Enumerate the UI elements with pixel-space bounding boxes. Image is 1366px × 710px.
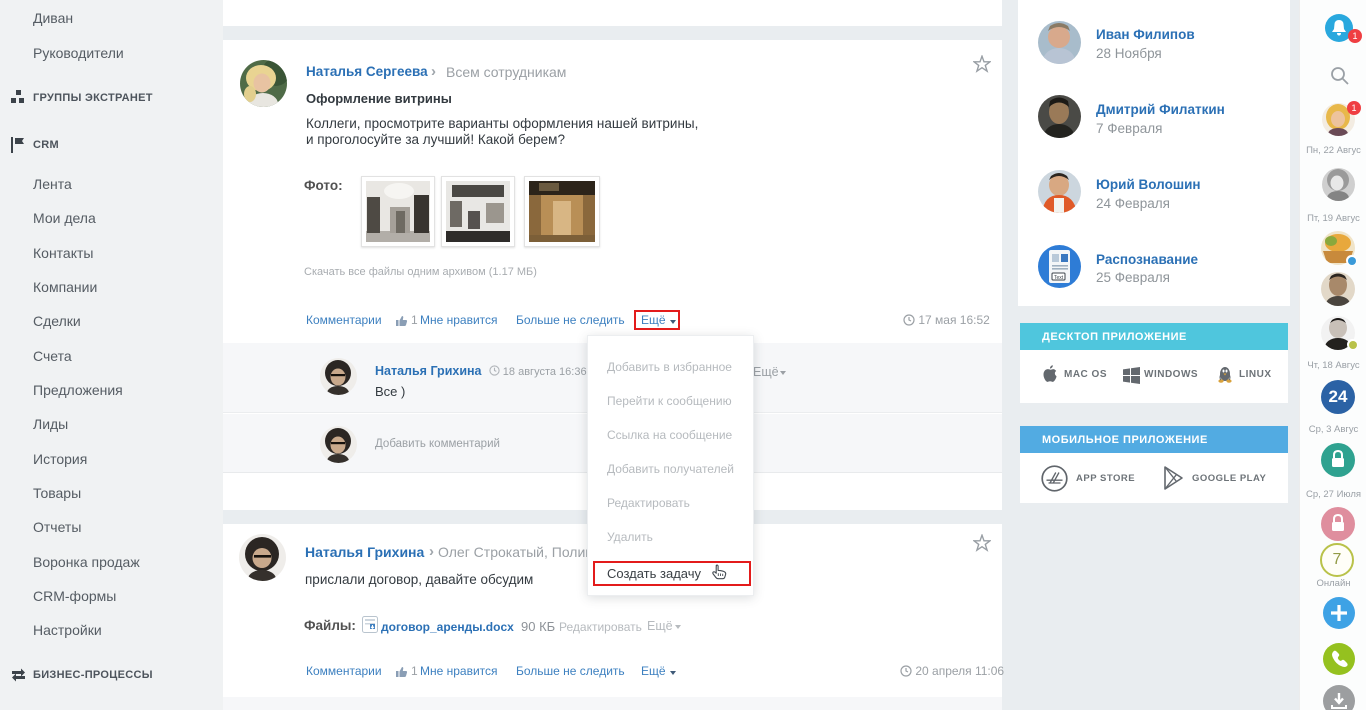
- svg-text:Text: Text: [1054, 275, 1064, 281]
